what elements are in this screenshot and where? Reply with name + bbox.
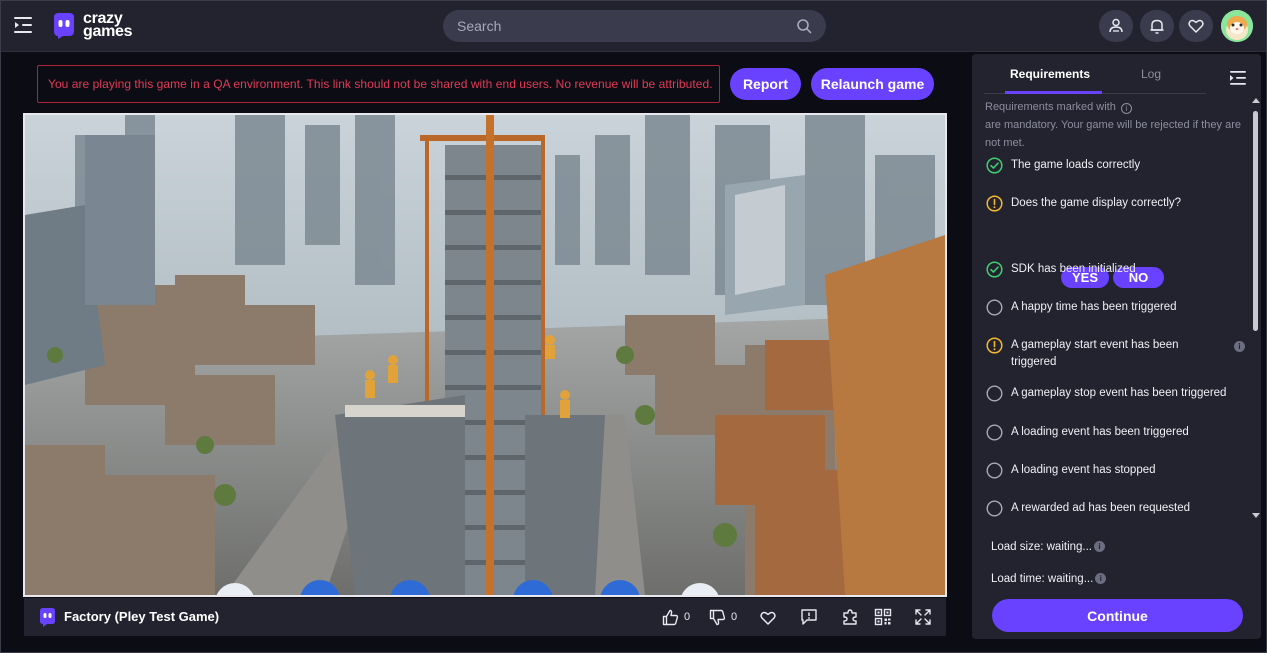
feedback-button[interactable] — [800, 606, 818, 628]
empty-circle-icon — [986, 299, 1003, 316]
notifications-button[interactable] — [1140, 10, 1174, 42]
info-icon[interactable]: i — [1094, 541, 1106, 552]
check-circle-icon — [986, 157, 1003, 174]
panel-tabs: Requirements Log — [984, 54, 1206, 94]
scrollbar-thumb[interactable] — [1253, 111, 1258, 331]
logo-text-line2: games — [83, 23, 133, 40]
qa-warning-text: You are playing this game in a QA enviro… — [48, 77, 713, 91]
requirement-item: A rewarded ad has been requested — [986, 500, 1246, 517]
warning-circle-icon — [986, 337, 1003, 354]
info-icon: i — [1120, 103, 1132, 114]
game-scene-image — [25, 115, 945, 595]
report-button[interactable]: Report — [730, 68, 801, 100]
requirement-item: The game loads correctly — [986, 157, 1246, 174]
load-size-stat: Load size: waiting... i — [991, 541, 1106, 553]
game-canvas[interactable] — [23, 113, 947, 597]
load-time-stat: Load time: waiting... i — [991, 573, 1107, 585]
bell-icon — [1150, 19, 1164, 34]
collapse-panel-icon[interactable] — [1229, 70, 1247, 86]
avatar[interactable] — [1221, 10, 1253, 42]
qr-code-button[interactable] — [874, 606, 892, 628]
mandatory-note: Requirements marked with i are mandatory… — [985, 98, 1251, 152]
logo-text: crazy games — [83, 11, 133, 40]
requirement-item: A loading event has been triggered — [986, 424, 1246, 441]
search-input[interactable]: Search — [443, 10, 826, 42]
game-info-bar: Factory (Pley Test Game) 0 0 — [24, 598, 946, 636]
empty-circle-icon — [986, 500, 1003, 517]
requirement-label: A rewarded ad has been requested — [1011, 502, 1191, 514]
puzzle-icon — [843, 609, 857, 625]
requirement-label: A loading event has been triggered — [1011, 426, 1189, 438]
load-size-text: Load size: waiting... — [991, 541, 1093, 553]
load-time-text: Load time: waiting... — [991, 573, 1094, 585]
empty-circle-icon — [986, 385, 1003, 402]
tab-requirements[interactable]: Requirements — [1010, 67, 1090, 81]
avatar-image — [1221, 10, 1253, 42]
requirement-label: Does the game display correctly? — [1011, 197, 1182, 209]
requirement-item: A gameplay start event has been triggere… — [986, 337, 1216, 371]
requirement-label: A loading event has stopped — [1011, 464, 1156, 476]
note-text-part2: are mandatory. Your game will be rejecte… — [985, 119, 1241, 149]
check-circle-icon — [986, 261, 1003, 278]
thumbs-down-icon — [709, 609, 726, 625]
requirement-label: A gameplay start event has been triggere… — [1011, 339, 1179, 368]
active-tab-indicator — [1005, 91, 1102, 94]
qr-code-icon — [874, 608, 892, 626]
requirement-item: A happy time has been triggered — [986, 299, 1246, 316]
requirement-label: A happy time has been triggered — [1011, 301, 1177, 313]
like-button[interactable]: 0 — [662, 606, 690, 628]
continue-button[interactable]: Continue — [992, 599, 1243, 632]
warning-circle-icon — [986, 195, 1003, 212]
game-logo-icon — [40, 608, 55, 627]
info-icon[interactable]: i — [1234, 341, 1245, 352]
top-bar: crazy games Search — [0, 0, 1267, 52]
friends-icon — [1109, 18, 1123, 33]
dislike-button[interactable]: 0 — [709, 606, 737, 628]
heart-icon — [760, 611, 776, 625]
requirements-list[interactable]: Requirements marked with i are mandatory… — [972, 95, 1255, 577]
relaunch-game-button[interactable]: Relaunch game — [811, 68, 934, 100]
friends-button[interactable] — [1099, 10, 1133, 42]
thumbs-up-icon — [662, 609, 679, 625]
info-icon[interactable]: i — [1095, 573, 1107, 584]
crazygames-logo[interactable]: crazy games — [51, 11, 133, 40]
qa-warning-banner: You are playing this game in a QA enviro… — [37, 65, 720, 103]
requirement-label: A gameplay stop event has been triggered — [1011, 387, 1227, 399]
fullscreen-icon — [915, 609, 931, 625]
note-text-part1: Requirements marked with — [985, 101, 1116, 113]
search-placeholder: Search — [457, 18, 502, 34]
scroll-up-arrow[interactable] — [1252, 98, 1260, 103]
like-count: 0 — [684, 611, 691, 623]
requirements-panel: Requirements Log Requirements marked wit… — [972, 54, 1261, 639]
requirement-item: Does the game display correctly? — [986, 195, 1246, 212]
requirement-item: A gameplay stop event has been triggered — [986, 385, 1246, 402]
feedback-icon — [801, 609, 817, 625]
requirement-item: SDK has been initialized — [986, 261, 1246, 278]
scroll-down-arrow[interactable] — [1252, 513, 1260, 518]
favorites-button[interactable] — [1179, 10, 1213, 42]
empty-circle-icon — [986, 462, 1003, 479]
empty-circle-icon — [986, 424, 1003, 441]
requirement-label: SDK has been initialized — [1011, 263, 1136, 275]
dislike-count: 0 — [731, 611, 738, 623]
heart-icon — [1188, 19, 1204, 33]
embed-button[interactable] — [841, 606, 859, 628]
requirement-item: A loading event has stopped — [986, 462, 1246, 479]
logo-mark-icon — [54, 13, 74, 39]
requirement-label: The game loads correctly — [1011, 159, 1141, 171]
favorite-game-button[interactable] — [759, 606, 777, 628]
menu-icon[interactable] — [14, 15, 36, 35]
search-icon[interactable] — [796, 18, 812, 34]
tab-log[interactable]: Log — [1141, 67, 1161, 81]
fullscreen-button[interactable] — [914, 606, 932, 628]
game-title: Factory (Pley Test Game) — [64, 609, 220, 624]
